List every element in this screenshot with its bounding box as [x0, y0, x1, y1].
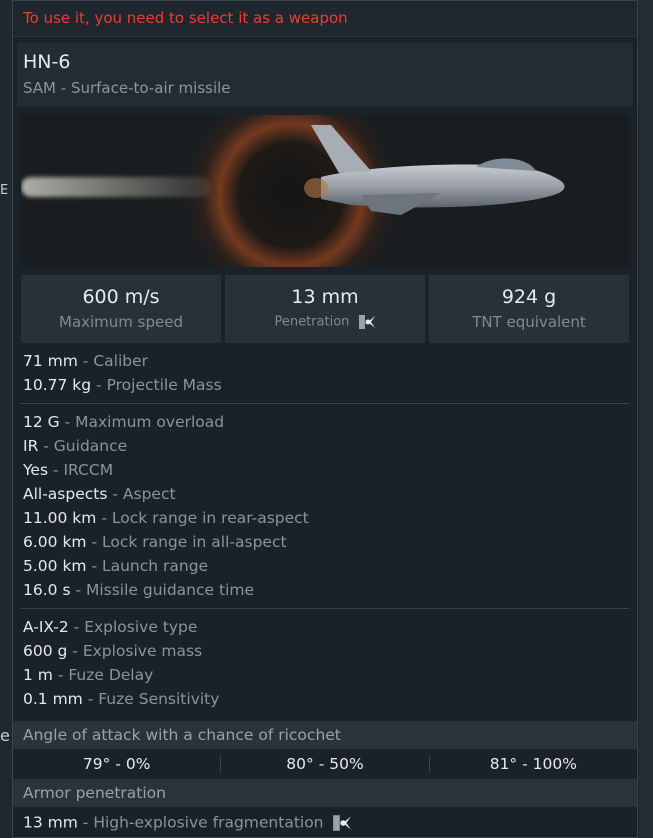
weapon-header: HN-6 SAM - Surface-to-air missile [17, 43, 633, 107]
ricochet-value: 79° - 0% [82, 755, 151, 773]
property-row: 1 m - Fuze Delay [23, 666, 154, 684]
property-row: 12 G - Maximum overload [23, 413, 225, 431]
ricochet-value: 80° - 50% [286, 755, 364, 773]
armor-penetration-row: 13 mm - High-explosive fragmentation [13, 807, 637, 837]
weapon-tooltip: To use it, you need to select it as a we… [12, 0, 638, 838]
stat-label: Maximum speed [59, 313, 183, 331]
guidance-properties: 12 G - Maximum overload IR - Guidance Ye… [13, 404, 637, 606]
property-row: 11.00 km - Lock range in rear-aspect [23, 509, 309, 527]
penetration-burst-icon [358, 315, 375, 329]
property-row: 600 g - Explosive mass [23, 642, 203, 660]
property-row: Yes - IRCCM [23, 461, 114, 479]
stat-label: TNT equivalent [472, 313, 586, 331]
property-row: All-aspects - Aspect [23, 485, 176, 503]
property-row: 16.0 s - Missile guidance time [23, 581, 255, 599]
stat-tnt: 924 g TNT equivalent [429, 275, 629, 343]
stat-value: 600 m/s [82, 286, 160, 308]
property-row: 5.00 km - Launch range [23, 557, 209, 575]
stat-penetration: 13 mm Penetration [225, 275, 425, 343]
property-row: 0.1 mm - Fuze Sensitivity [23, 690, 220, 708]
warning-text: To use it, you need to select it as a we… [13, 1, 637, 37]
key-stats: 600 m/s Maximum speed 13 mm Penetration … [21, 275, 629, 343]
background-edge-text: E [0, 183, 9, 198]
property-row: 6.00 km - Lock range in all-aspect [23, 533, 287, 551]
stat-max-speed: 600 m/s Maximum speed [21, 275, 221, 343]
ricochet-header: Angle of attack with a chance of ricoche… [13, 721, 637, 749]
basic-properties: 71 mm - Caliber 10.77 kg - Projectile Ma… [13, 343, 637, 401]
armor-penetration-header: Armor penetration [13, 779, 637, 807]
stat-label: Penetration [274, 314, 350, 330]
stat-value: 924 g [501, 286, 557, 308]
ricochet-values: 79° - 0% 80° - 50% 81° - 100% [13, 749, 637, 779]
property-row: 71 mm - Caliber [23, 352, 148, 370]
property-row: A-IX-2 - Explosive type [23, 618, 198, 636]
property-row: 10.77 kg - Projectile Mass [23, 376, 222, 394]
jet-aircraft-image [304, 125, 565, 215]
weapon-image [21, 115, 629, 267]
background-right-column [639, 0, 653, 838]
penetration-burst-icon [333, 815, 352, 831]
background-edge-text: e [0, 726, 10, 745]
property-row: IR - Guidance [23, 437, 128, 455]
stat-value: 13 mm [291, 286, 359, 308]
weapon-type: SAM - Surface-to-air missile [23, 79, 231, 97]
weapon-name: HN-6 [23, 51, 71, 73]
explosive-properties: A-IX-2 - Explosive type 600 g - Explosiv… [13, 609, 637, 715]
ricochet-value: 81° - 100% [489, 755, 577, 773]
